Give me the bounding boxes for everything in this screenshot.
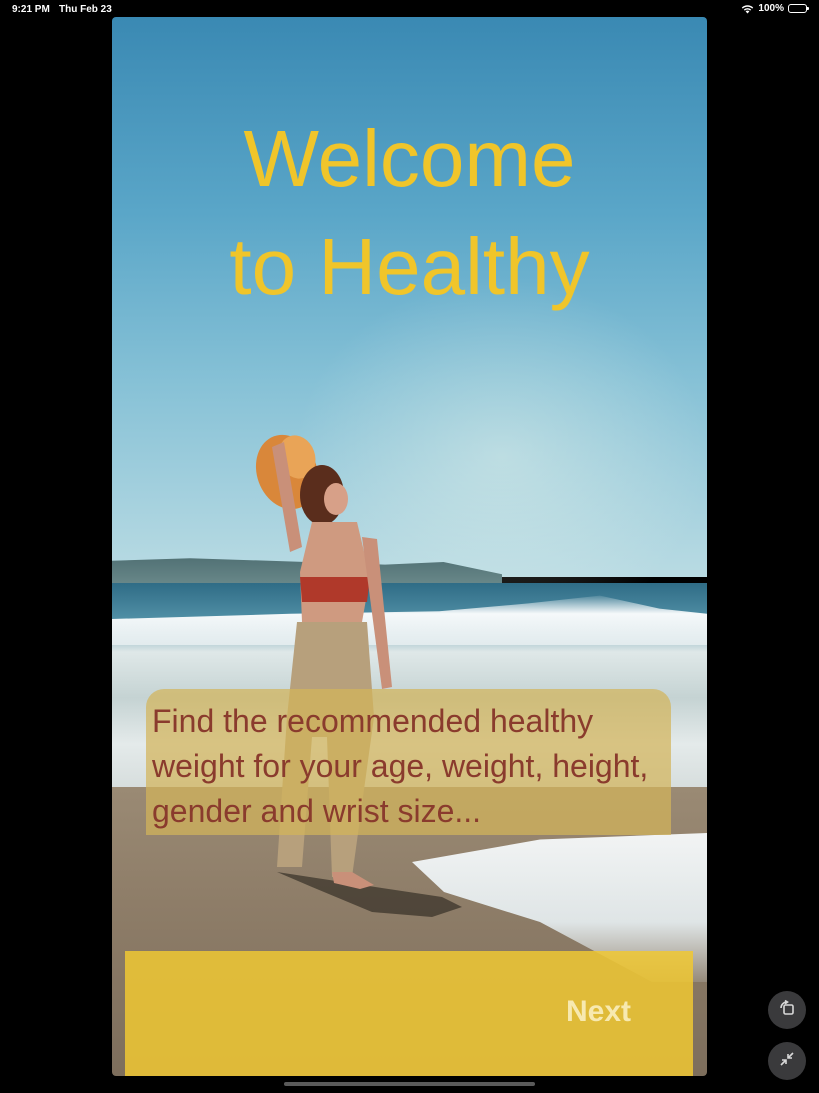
welcome-title: Welcome to Healthy: [229, 114, 590, 311]
rotate-screen-icon: [778, 999, 796, 1022]
next-button[interactable]: Next: [125, 951, 693, 1076]
wifi-icon: [741, 4, 754, 14]
status-date: Thu Feb 23: [59, 4, 112, 15]
status-time: 9:21 PM: [12, 4, 50, 15]
collapse-button[interactable]: [768, 1042, 806, 1080]
battery-icon: [788, 4, 809, 13]
description-card: Find the recommended healthy weight for …: [146, 689, 671, 835]
rotate-screen-button[interactable]: [768, 991, 806, 1029]
status-indicators: 100%: [741, 3, 809, 14]
next-button-label: Next: [565, 995, 631, 1028]
status-bar: 9:21 PM Thu Feb 23 100%: [0, 0, 819, 18]
app-window: Welcome to Healthy Find the recommended …: [112, 17, 707, 1076]
description-text: Find the recommended healthy weight for …: [152, 703, 649, 829]
collapse-arrows-icon: [778, 1050, 796, 1073]
home-indicator[interactable]: [284, 1082, 535, 1086]
device-screen: 9:21 PM Thu Feb 23 100% Welcome to Healt…: [0, 0, 819, 1093]
battery-percent: 100%: [758, 3, 784, 14]
